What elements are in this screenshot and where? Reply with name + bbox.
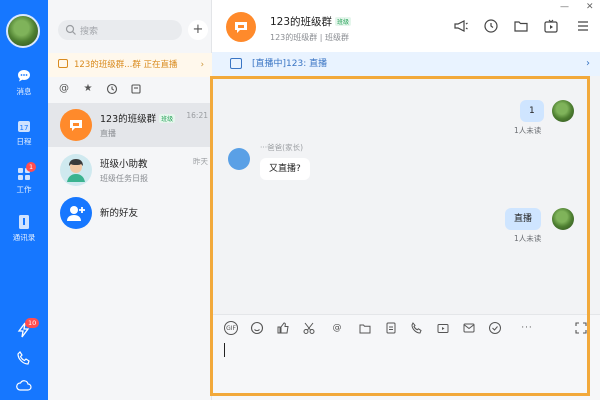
expand-icon[interactable] xyxy=(574,321,588,335)
nav-item-contacts[interactable]: 通讯录 xyxy=(0,214,48,243)
teacher-icon xyxy=(67,159,85,182)
sender-avatar[interactable] xyxy=(228,148,250,170)
nav-label: 消息 xyxy=(16,87,32,96)
read-status[interactable]: 1人未读 xyxy=(514,125,541,136)
chat-header: 123的班级群 班级 123的班级群 | 班级群 — ✕ xyxy=(212,0,600,52)
user-avatar[interactable] xyxy=(6,14,40,48)
composer: GIF @ ··· xyxy=(212,314,600,400)
conversation-item[interactable]: 123的班级群 班级 直播 16:21 xyxy=(48,103,212,147)
my-avatar[interactable] xyxy=(552,208,574,230)
group-avatar xyxy=(60,109,92,141)
live-banner[interactable]: 123的班级群...群 正在直播 › xyxy=(48,53,212,77)
message-list: 1 1人未读 ···爸爸(家长) 又直播? 直播 1人未读 xyxy=(212,76,600,314)
folder-icon[interactable] xyxy=(513,18,529,34)
gif-icon[interactable]: GIF xyxy=(224,321,238,335)
message-bubble[interactable]: 又直播? xyxy=(260,158,310,180)
homework-icon[interactable] xyxy=(384,321,398,335)
calendar-icon: 17 xyxy=(18,121,30,132)
chat-subtitle: 123的班级群 | 班级群 xyxy=(270,33,350,42)
live-tv-icon[interactable] xyxy=(543,18,559,34)
clock-icon[interactable] xyxy=(483,18,499,34)
conversation-name: 123的班级群 班级 xyxy=(100,114,176,125)
add-button[interactable]: + xyxy=(188,20,208,40)
at-icon[interactable]: @ xyxy=(58,83,70,95)
chat-bubble-icon xyxy=(18,70,30,82)
conversation-item[interactable]: 新的好友 xyxy=(48,191,212,235)
conversation-preview: 班级任务日报 xyxy=(100,174,148,183)
folder-icon[interactable] xyxy=(358,321,372,335)
read-status[interactable]: 1人未读 xyxy=(514,233,541,244)
star-icon[interactable]: ★ xyxy=(82,83,94,95)
search-icon xyxy=(65,24,76,35)
message-bubble[interactable]: 直播 xyxy=(505,208,542,230)
conversation-time: 昨天 xyxy=(193,157,208,166)
chat-bubble-icon xyxy=(235,22,247,33)
add-user-icon xyxy=(67,206,85,221)
chevron-right-icon: › xyxy=(200,60,204,70)
chat-title: 123的班级群 班级 xyxy=(270,16,352,28)
nav-rail: 消息 17 日程 工作 1 通讯录 10 xyxy=(0,0,48,400)
conversation-name: 新的好友 xyxy=(100,208,139,219)
nav-label: 日程 xyxy=(16,137,32,146)
message-bubble[interactable]: 1 xyxy=(520,100,544,122)
emoji-icon[interactable] xyxy=(250,321,264,335)
live-tv-icon[interactable] xyxy=(436,321,450,335)
conversation-item[interactable]: 班级小助教 班级任务日报 昨天 xyxy=(48,148,212,192)
chat-pane: 123的班级群 班级 123的班级群 | 班级群 — ✕ [直播中]123: 直播… xyxy=(212,0,600,400)
nav-item-messages[interactable]: 消息 xyxy=(0,68,48,97)
class-tag: 班级 xyxy=(159,114,176,123)
nav-item-schedule[interactable]: 17 日程 xyxy=(0,118,48,147)
megaphone-icon[interactable] xyxy=(453,18,469,34)
mail-icon[interactable] xyxy=(462,321,476,335)
nav-label: 工作 xyxy=(16,185,32,194)
new-friend-avatar xyxy=(60,197,92,229)
phone-icon[interactable] xyxy=(16,350,32,366)
cloud-icon[interactable] xyxy=(16,378,32,392)
contacts-book-icon xyxy=(19,215,29,229)
chevron-right-icon: › xyxy=(586,58,590,69)
more-icon[interactable]: ··· xyxy=(520,321,534,335)
search-placeholder: 搜索 xyxy=(80,27,99,37)
message-input[interactable] xyxy=(224,343,225,357)
filter-bar: @ ★ xyxy=(48,80,212,100)
class-tag: 班级 xyxy=(335,17,352,26)
live-strip-text: [直播中]123: 直播 xyxy=(252,59,328,69)
plus-icon: + xyxy=(192,22,204,37)
live-tv-icon xyxy=(230,58,242,69)
live-strip[interactable]: [直播中]123: 直播 › xyxy=(212,52,600,76)
scissors-icon[interactable] xyxy=(302,321,316,335)
conversation-name: 班级小助教 xyxy=(100,159,148,170)
my-avatar[interactable] xyxy=(552,100,574,122)
thumbs-up-icon[interactable] xyxy=(276,321,290,335)
more-menu-icon[interactable] xyxy=(575,18,591,34)
check-in-icon[interactable] xyxy=(488,321,502,335)
sender-name: ···爸爸(家长) xyxy=(260,143,304,152)
minimize-icon[interactable]: — xyxy=(560,2,569,12)
archive-icon[interactable] xyxy=(130,83,142,95)
assistant-avatar xyxy=(60,154,92,186)
history-icon[interactable] xyxy=(106,83,118,95)
call-icon[interactable] xyxy=(410,321,424,335)
close-icon[interactable]: ✕ xyxy=(586,2,594,12)
nav-label: 通讯录 xyxy=(12,233,36,242)
nav-item-work[interactable]: 工作 xyxy=(0,166,48,195)
search-input[interactable]: 搜索 xyxy=(58,20,182,40)
conversation-preview: 直播 xyxy=(100,129,116,138)
live-banner-text: 123的班级群...群 正在直播 xyxy=(74,60,178,70)
svg-text:17: 17 xyxy=(20,124,29,132)
conversation-time: 16:21 xyxy=(186,111,208,120)
group-avatar[interactable] xyxy=(226,12,256,42)
conversation-list: 搜索 + 123的班级群...群 正在直播 › @ ★ 123的班级群 班级 直播… xyxy=(48,0,212,400)
live-tv-icon xyxy=(58,59,68,68)
lightning-badge: 10 xyxy=(25,318,40,328)
chat-bubble-icon xyxy=(70,120,82,131)
mention-icon[interactable]: @ xyxy=(330,321,344,335)
